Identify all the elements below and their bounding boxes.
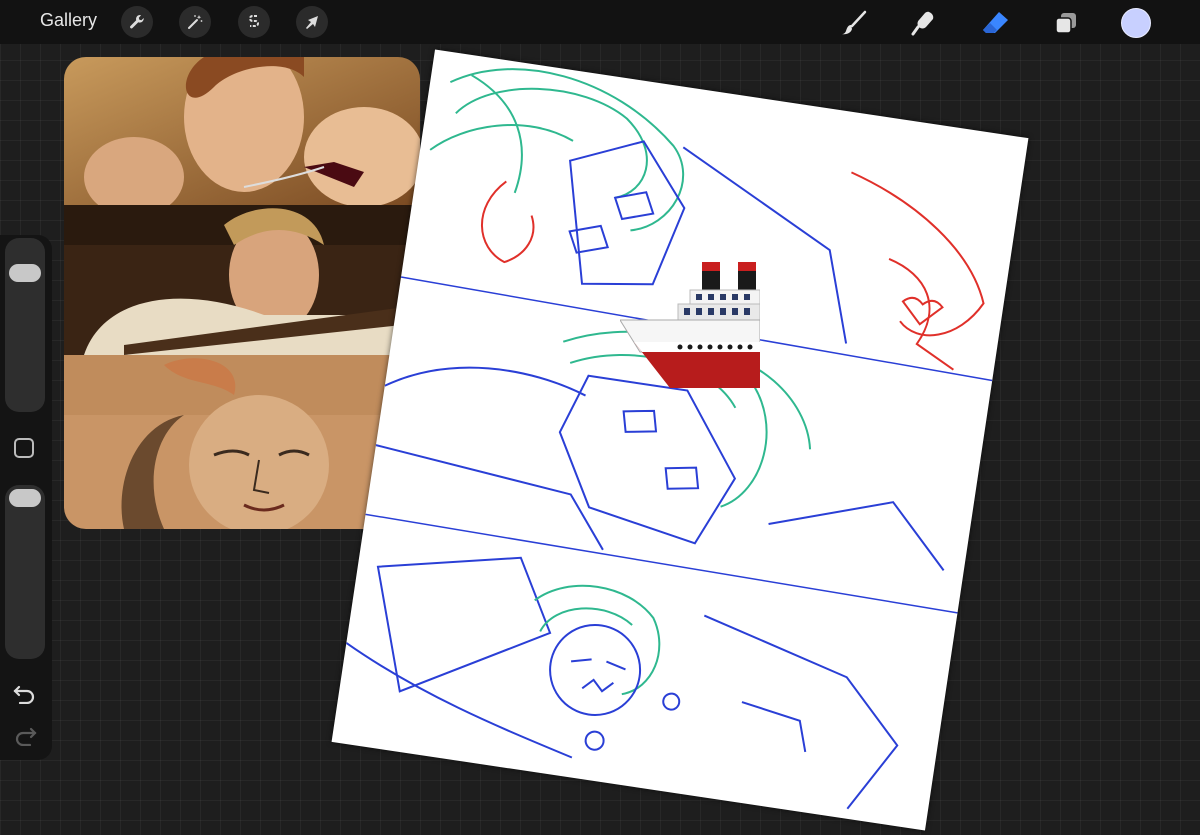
reference-still-1	[64, 57, 420, 217]
reference-still-2	[64, 205, 420, 355]
reference-image-panel[interactable]	[64, 57, 420, 529]
transform-arrow-icon[interactable]	[296, 6, 328, 38]
top-toolbar: Gallery	[0, 0, 1200, 44]
brush-size-slider[interactable]	[5, 238, 45, 412]
wrench-icon[interactable]	[121, 6, 153, 38]
brush-size-handle[interactable]	[9, 264, 41, 282]
eraser-icon[interactable]	[978, 6, 1012, 40]
brush-icon[interactable]	[837, 6, 871, 40]
opacity-handle[interactable]	[9, 489, 41, 507]
modify-button[interactable]	[14, 438, 34, 458]
drawing-canvas[interactable]	[331, 49, 1029, 831]
layers-icon[interactable]	[1049, 6, 1083, 40]
sidebar	[0, 235, 52, 760]
redo-icon[interactable]	[12, 724, 38, 747]
magic-wand-icon[interactable]	[179, 6, 211, 38]
color-picker-swatch[interactable]	[1121, 8, 1151, 38]
gallery-button[interactable]: Gallery	[40, 10, 97, 31]
undo-icon[interactable]	[12, 682, 38, 705]
ship-illustration	[619, 262, 761, 390]
selection-icon[interactable]	[238, 6, 270, 38]
opacity-slider[interactable]	[5, 485, 45, 659]
smudge-icon[interactable]	[906, 6, 940, 40]
